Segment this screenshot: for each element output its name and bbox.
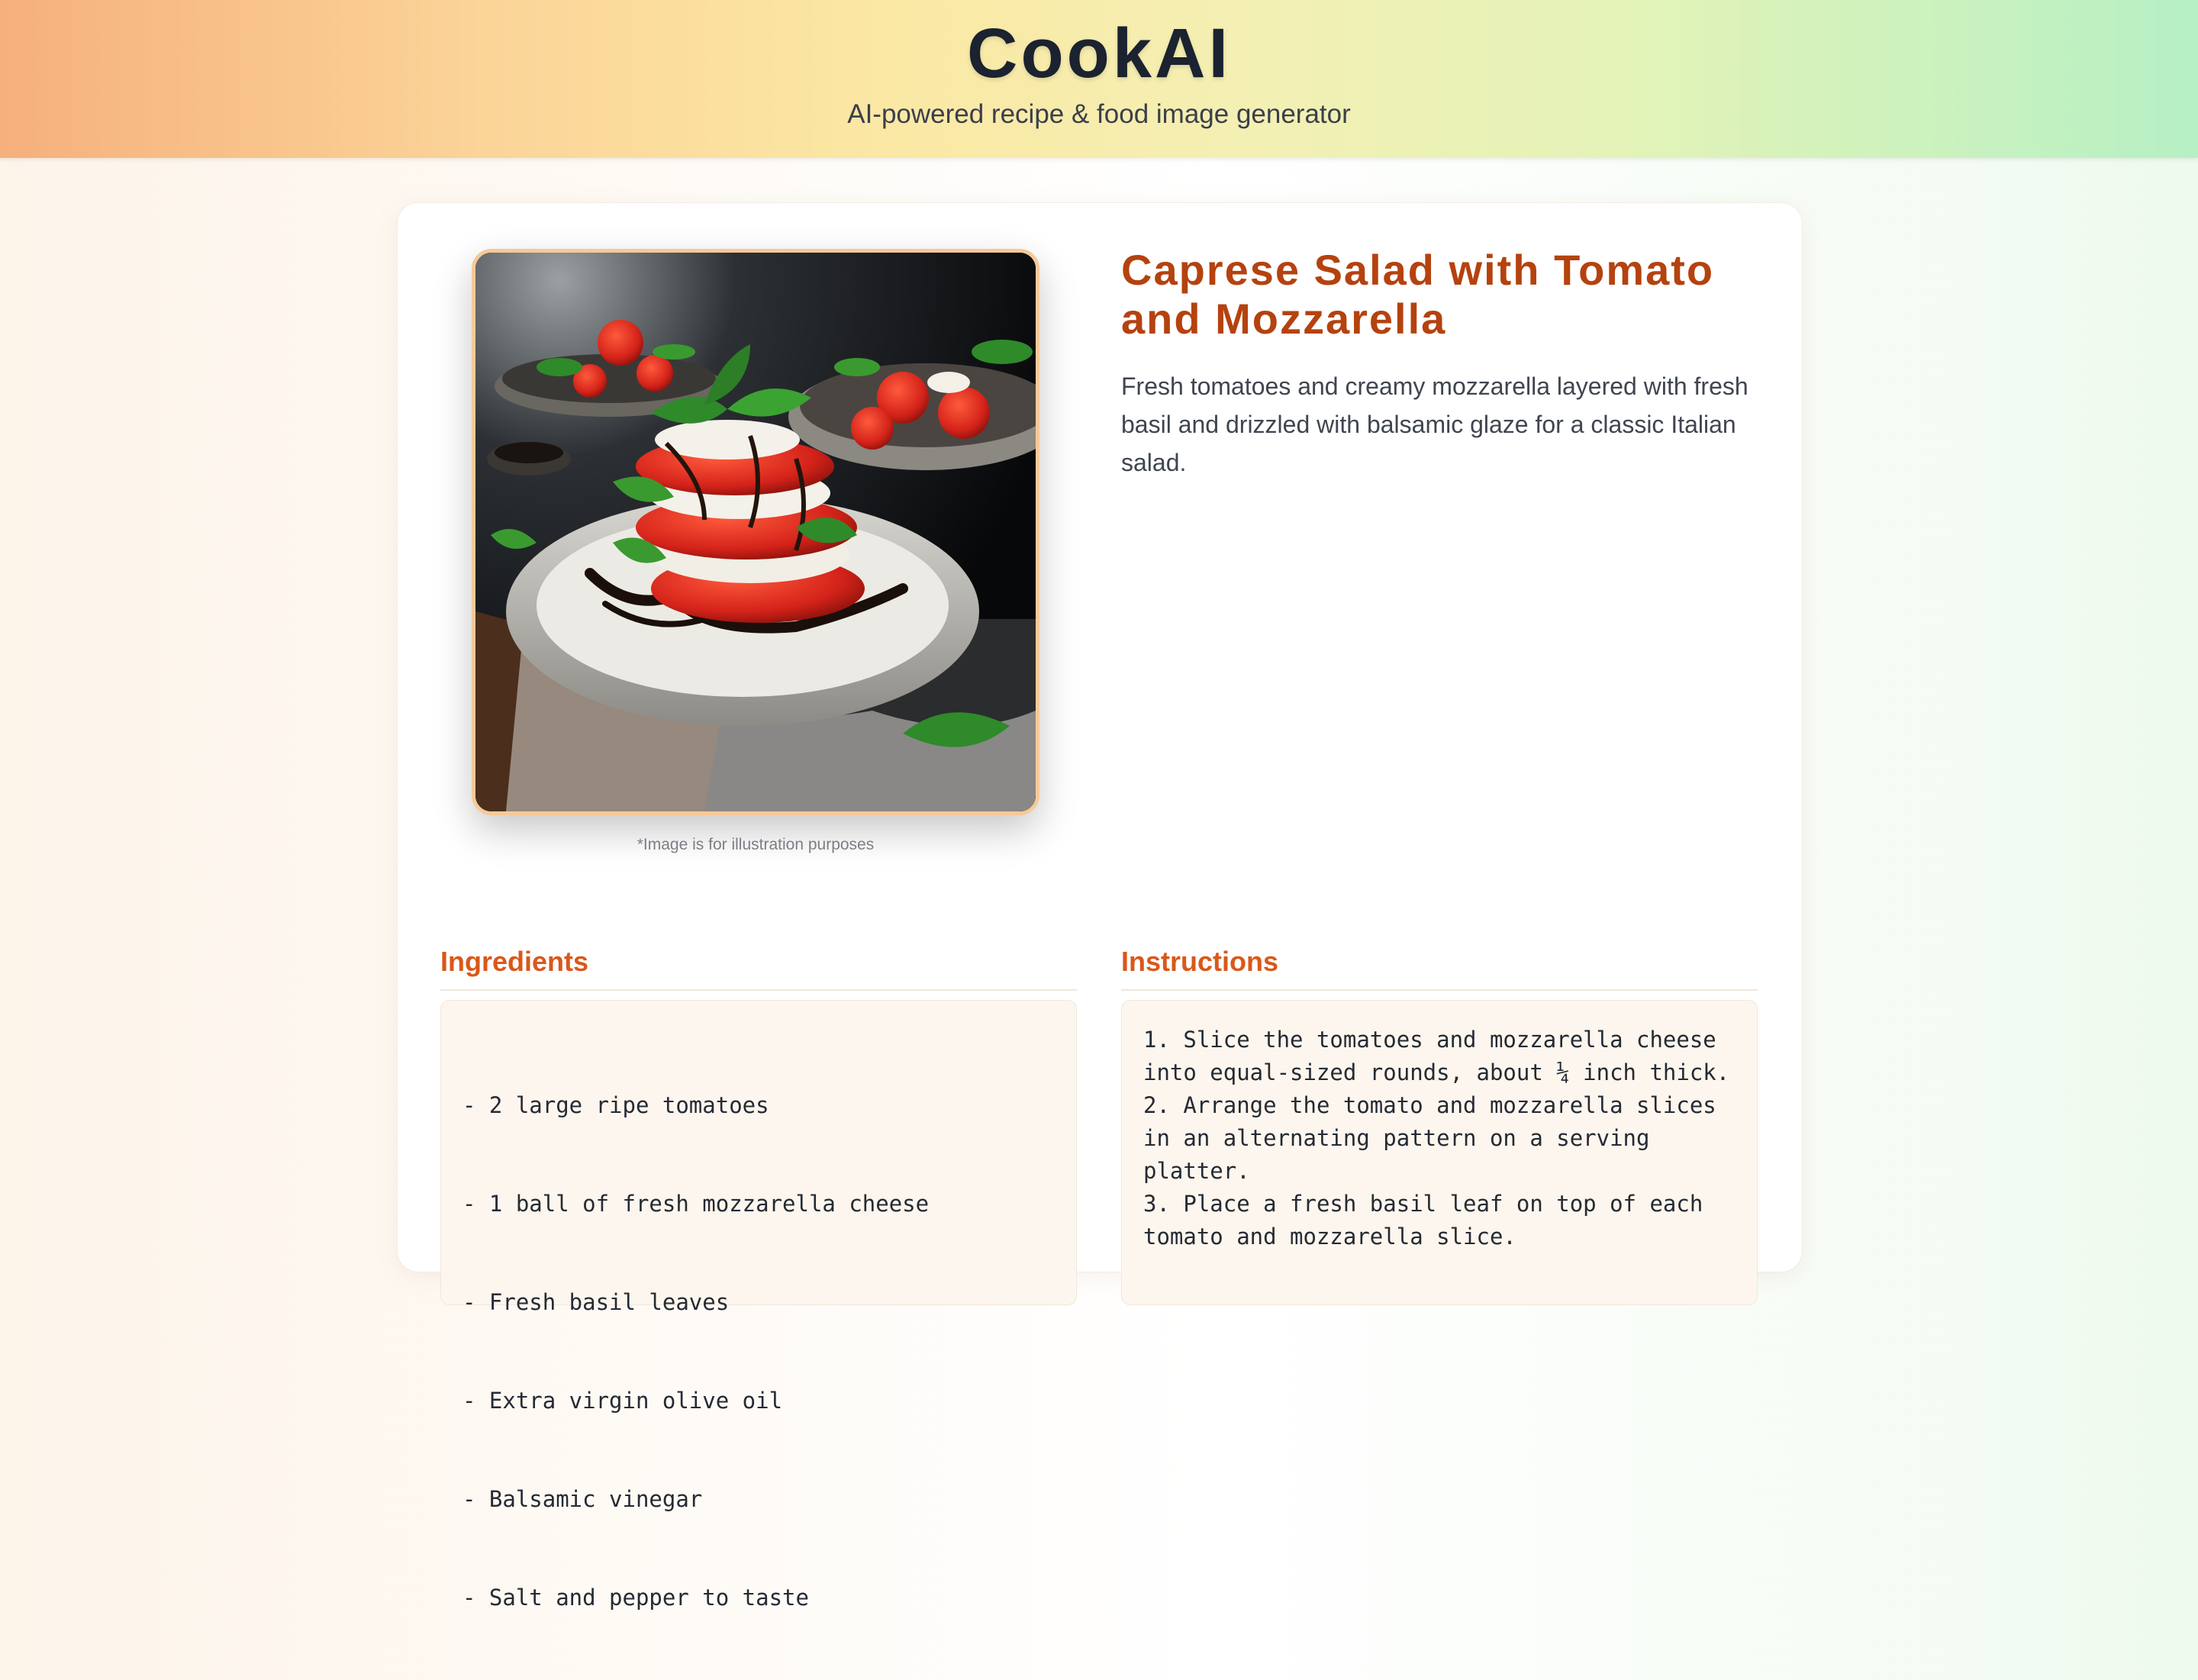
ingredient-item: - Balsamic vinegar [462, 1486, 703, 1512]
ingredients-divider [440, 989, 1077, 991]
app-subtitle: AI-powered recipe & food image generator [847, 99, 1351, 129]
ingredients-heading: Ingredients [440, 946, 589, 977]
instructions-heading: Instructions [1121, 946, 1279, 977]
instructions-divider [1121, 989, 1758, 991]
recipe-title: Caprese Salad with Tomato and Mozzarella [1121, 246, 1715, 343]
image-caption: *Image is for illustration purposes [637, 836, 875, 853]
ingredient-item: - Extra virgin olive oil [462, 1388, 783, 1414]
ingredient-item: - 2 large ripe tomatoes [462, 1092, 769, 1118]
recipe-description: Fresh tomatoes and creamy mozzarella lay… [1121, 372, 1748, 476]
ingredients-list: - 2 large ripe tomatoes - 1 ball of fres… [440, 1000, 1077, 1611]
app-title: CookAI [967, 15, 1231, 92]
ingredient-item: - Fresh basil leaves [462, 1289, 730, 1315]
food-image-illustration [475, 253, 1036, 811]
instructions-text: 1. Slice the tomatoes and mozzarella che… [1121, 1000, 1758, 1305]
recipe-image [472, 249, 1039, 815]
app-header: CookAI AI-powered recipe & food image ge… [0, 0, 2198, 158]
ingredient-item: - Salt and pepper to taste [462, 1585, 809, 1611]
recipe-card: *Image is for illustration purposes Capr… [397, 202, 1803, 1611]
ingredient-item: - 1 ball of fresh mozzarella cheese [462, 1191, 930, 1217]
